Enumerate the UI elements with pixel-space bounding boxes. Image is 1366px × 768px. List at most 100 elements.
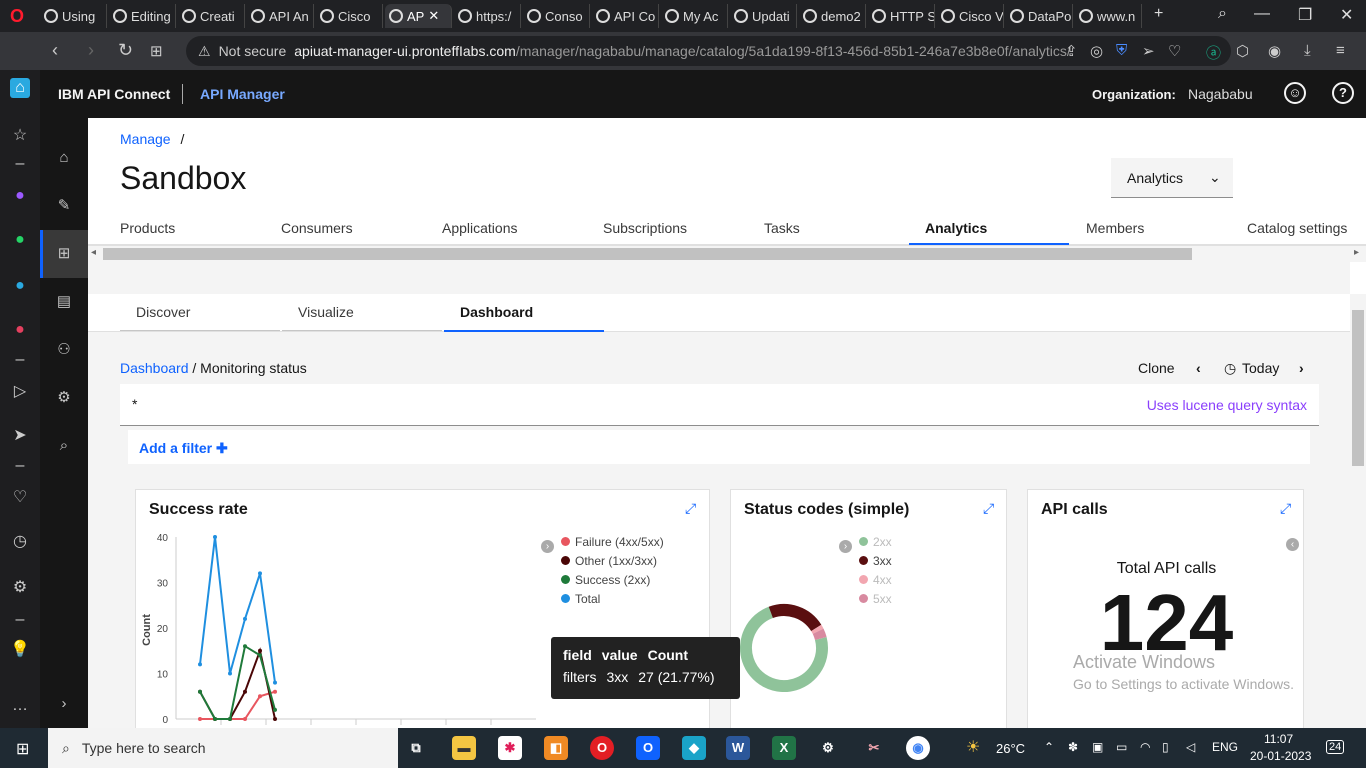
word-icon[interactable]: W: [726, 736, 750, 760]
weather-icon[interactable]: ☀: [966, 737, 980, 757]
minimize-icon[interactable]: —: [1254, 5, 1270, 23]
tab-consumers[interactable]: Consumers: [281, 220, 353, 236]
slack-icon[interactable]: ✱: [498, 736, 522, 760]
legend-item-failure[interactable]: Failure (4xx/5xx): [561, 532, 664, 551]
tab-tasks[interactable]: Tasks: [764, 220, 800, 236]
home-nav-icon[interactable]: ⌂: [54, 148, 74, 168]
browser-tab[interactable]: https:/: [454, 4, 521, 28]
prev-time-icon[interactable]: ‹: [1196, 360, 1201, 376]
close-tab-icon[interactable]: ✕: [428, 8, 439, 24]
download-icon[interactable]: ⤓: [1304, 42, 1311, 59]
extension-a-icon[interactable]: ⓐ: [1206, 42, 1221, 63]
browser-tab[interactable]: Cisco V: [937, 4, 1004, 28]
wifi-icon[interactable]: ◠: [1140, 740, 1150, 754]
breadcrumb-manage[interactable]: Manage: [120, 131, 171, 147]
brand-name[interactable]: IBM API Connect: [58, 86, 170, 102]
vertical-scroll-thumb[interactable]: [1352, 310, 1364, 466]
query-input[interactable]: * Uses lucene query syntax: [120, 384, 1319, 426]
legend-toggle-icon[interactable]: ›: [541, 540, 554, 553]
forward-icon[interactable]: ›: [88, 40, 94, 61]
settings-app-icon[interactable]: ⚙: [816, 736, 840, 760]
resources-nav-icon[interactable]: ▤: [54, 292, 74, 312]
add-filter-button[interactable]: Add a filter ✚: [139, 440, 228, 457]
search-nav-icon[interactable]: ⌕: [54, 436, 74, 456]
tab-products[interactable]: Products: [120, 220, 175, 236]
more-icon[interactable]: …: [10, 696, 30, 716]
view-dropdown[interactable]: Analytics ⌄: [1111, 158, 1233, 198]
back-icon[interactable]: ‹: [52, 40, 58, 61]
star-icon[interactable]: ☆: [10, 126, 30, 146]
tab-members[interactable]: Members: [1086, 220, 1144, 236]
time-picker[interactable]: Today: [1242, 360, 1279, 376]
player-icon[interactable]: ▷: [10, 382, 30, 402]
tray-app-icon[interactable]: ▣: [1092, 740, 1103, 754]
heart-icon[interactable]: ♡: [1168, 42, 1181, 60]
menu-icon[interactable]: ≡: [1336, 42, 1345, 59]
favorites-icon[interactable]: ♡: [10, 488, 30, 508]
chrome-icon[interactable]: ◉: [906, 736, 930, 760]
legend-item-total[interactable]: Total: [561, 589, 664, 608]
browser-tab[interactable]: AP ✕: [385, 4, 452, 28]
shield-icon[interactable]: ⛨: [1116, 42, 1127, 59]
network-app-icon[interactable]: ◆: [682, 736, 706, 760]
tab-dashboard[interactable]: Dashboard: [460, 304, 533, 320]
donut-slice-3xx[interactable]: [768, 604, 822, 632]
messenger-icon[interactable]: ●: [10, 186, 30, 206]
home-icon[interactable]: ⌂: [10, 78, 30, 98]
vertical-scrollbar[interactable]: [1350, 294, 1366, 728]
close-window-icon[interactable]: ✕: [1340, 5, 1353, 25]
new-tab-icon[interactable]: +: [1154, 5, 1163, 23]
browser-tab[interactable]: Using: [40, 4, 107, 28]
scroll-thumb[interactable]: [103, 248, 1192, 260]
battery-icon[interactable]: ▯: [1162, 740, 1169, 754]
send-icon[interactable]: ➢: [1142, 42, 1155, 60]
telegram-icon[interactable]: ●: [10, 276, 30, 296]
notifications-badge[interactable]: 24: [1326, 740, 1345, 754]
camera-icon[interactable]: ◎: [1090, 42, 1103, 60]
tab-analytics[interactable]: Analytics: [925, 220, 987, 236]
tray-expand-icon[interactable]: ⌃: [1044, 740, 1054, 754]
expand-nav-icon[interactable]: ›: [54, 694, 74, 714]
tab-discover[interactable]: Discover: [136, 304, 190, 320]
lucene-syntax-link[interactable]: Uses lucene query syntax: [1147, 397, 1307, 413]
legend-item-4xx[interactable]: 4xx: [859, 570, 892, 589]
browser-tab[interactable]: My Ac: [661, 4, 728, 28]
tab-visualize[interactable]: Visualize: [298, 304, 354, 320]
expand-icon[interactable]: ⤢: [1280, 500, 1291, 517]
search-tabs-icon[interactable]: ⌕: [1218, 5, 1227, 23]
product-name[interactable]: API Manager: [200, 86, 285, 102]
app-icon[interactable]: ◧: [544, 736, 568, 760]
opera-logo-icon[interactable]: O: [10, 6, 30, 26]
legend-item-success[interactable]: Success (2xx): [561, 570, 664, 589]
legend-toggle-icon[interactable]: ›: [839, 540, 852, 553]
profile-icon[interactable]: ◉: [1268, 42, 1281, 60]
legend-item-5xx[interactable]: 5xx: [859, 589, 892, 608]
browser-tab[interactable]: www.n: [1075, 4, 1142, 28]
file-explorer-icon[interactable]: ▬: [452, 736, 476, 760]
instagram-icon[interactable]: ●: [10, 320, 30, 340]
settings-nav-icon[interactable]: ⚙: [54, 388, 74, 408]
tab-catalog-settings[interactable]: Catalog settings: [1247, 220, 1347, 236]
snipping-icon[interactable]: ✂: [862, 736, 886, 760]
whatsapp-icon[interactable]: ●: [10, 230, 30, 250]
restore-icon[interactable]: ❐: [1298, 5, 1312, 25]
history-icon[interactable]: ◷: [10, 532, 30, 552]
opera-icon[interactable]: O: [590, 736, 614, 760]
browser-tab[interactable]: API An: [247, 4, 314, 28]
donut-slice-4xx[interactable]: [811, 624, 824, 634]
user-profile-icon[interactable]: ☺: [1284, 82, 1306, 104]
legend-toggle-icon[interactable]: ‹: [1286, 538, 1299, 551]
task-view-icon[interactable]: ⧉: [404, 736, 428, 760]
share-icon[interactable]: ⇪: [1065, 42, 1078, 60]
reload-icon[interactable]: ↻: [118, 40, 133, 61]
volume-icon[interactable]: ◁: [1186, 740, 1195, 754]
browser-tab[interactable]: demo2: [799, 4, 866, 28]
help-icon[interactable]: ?: [1332, 82, 1354, 104]
dashboard-link[interactable]: Dashboard: [120, 360, 189, 376]
scroll-right-icon[interactable]: ▸: [1354, 247, 1359, 258]
legend-item-3xx[interactable]: 3xx: [859, 551, 892, 570]
browser-tab[interactable]: HTTP S: [868, 4, 935, 28]
scroll-left-icon[interactable]: ◂: [91, 247, 96, 258]
donut-slice-5xx[interactable]: [812, 628, 827, 641]
windows-start-icon[interactable]: ⊞: [16, 739, 29, 759]
